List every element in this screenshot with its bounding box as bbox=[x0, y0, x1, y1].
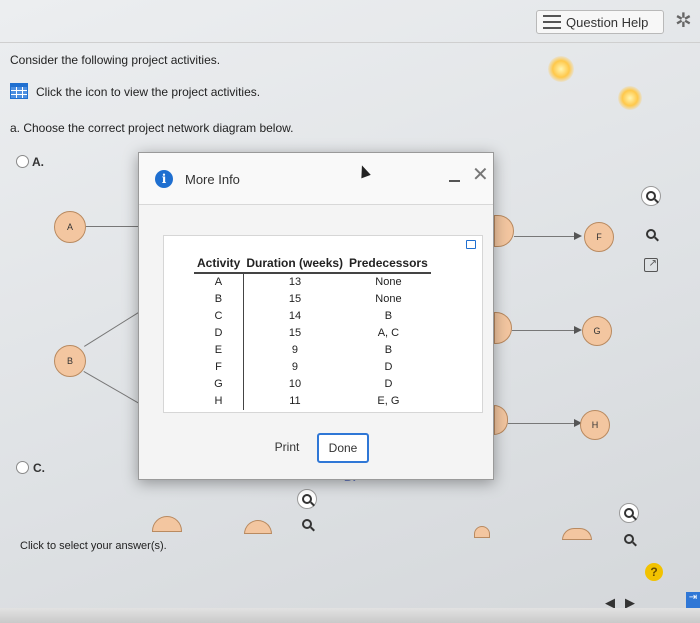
duration-cell: 11 bbox=[289, 395, 301, 407]
more-info-modal: i More Info ✕ Activity Duration (weeks) … bbox=[138, 152, 494, 480]
predecessor-cell: D bbox=[384, 361, 393, 373]
predecessor-cell: E, G bbox=[377, 395, 400, 407]
predecessor-cell: B bbox=[384, 310, 393, 322]
node-partial bbox=[152, 516, 182, 532]
column-header: Predecessors bbox=[346, 254, 431, 274]
zoom-out-icon[interactable] bbox=[619, 529, 639, 549]
activity-cell: F bbox=[194, 359, 244, 376]
predecessor-cell: A, C bbox=[377, 327, 400, 339]
node-partial bbox=[494, 312, 512, 344]
side-tab[interactable]: ⇥ bbox=[686, 592, 700, 608]
duration-cell: 10 bbox=[288, 378, 302, 390]
node-partial bbox=[494, 215, 514, 247]
activity-cell: H bbox=[194, 393, 244, 410]
node-a: A bbox=[54, 211, 86, 243]
node-partial bbox=[474, 526, 490, 538]
edge-line bbox=[86, 226, 138, 227]
arrow-head bbox=[574, 326, 582, 334]
zoom-in-icon[interactable] bbox=[619, 503, 639, 523]
glare-light bbox=[618, 86, 642, 110]
table-row: G 10 D bbox=[194, 376, 431, 393]
arrow-head bbox=[574, 232, 582, 240]
activities-table: Activity Duration (weeks) Predecessors A… bbox=[194, 254, 431, 410]
info-icon: i bbox=[155, 170, 173, 188]
duration-cell: 9 bbox=[291, 361, 299, 373]
activity-cell: C bbox=[194, 308, 244, 325]
predecessor-cell: B bbox=[384, 344, 393, 356]
table-row: E 9 B bbox=[194, 342, 431, 359]
zoom-in-icon[interactable] bbox=[297, 489, 317, 509]
node-partial bbox=[244, 520, 272, 534]
column-header: Duration (weeks) bbox=[243, 254, 347, 274]
close-icon[interactable]: ✕ bbox=[472, 165, 489, 185]
part-a-prompt: a. Choose the correct project network di… bbox=[10, 121, 294, 135]
activity-cell: D bbox=[194, 325, 244, 342]
activities-panel: Activity Duration (weeks) Predecessors A… bbox=[163, 235, 483, 413]
edge-line bbox=[508, 423, 574, 424]
table-row: D 15 A, C bbox=[194, 325, 431, 342]
predecessor-cell: D bbox=[384, 378, 393, 390]
glare-light bbox=[548, 56, 574, 82]
print-button[interactable]: Print bbox=[265, 435, 309, 459]
copy-icon[interactable] bbox=[466, 240, 476, 249]
predecessor-cell: None bbox=[375, 276, 402, 288]
table-row: B 15 None bbox=[194, 291, 431, 308]
done-button[interactable]: Done bbox=[317, 433, 369, 463]
node-g: G bbox=[582, 316, 612, 346]
node-partial bbox=[494, 405, 508, 435]
edge-line bbox=[512, 330, 574, 331]
edge-line bbox=[83, 371, 142, 405]
option-a-radio[interactable] bbox=[16, 155, 29, 168]
option-a-label: A. bbox=[32, 155, 44, 169]
modal-header: i More Info ✕ bbox=[139, 153, 493, 205]
gear-icon[interactable]: ✲ bbox=[675, 11, 692, 31]
option-c-label: C. bbox=[33, 461, 45, 475]
option-c-radio[interactable] bbox=[16, 461, 29, 474]
duration-cell: 15 bbox=[288, 293, 302, 305]
node-b: B bbox=[54, 345, 86, 377]
question-intro: Consider the following project activitie… bbox=[10, 53, 221, 67]
table-row: F 9 D bbox=[194, 359, 431, 376]
zoom-in-icon[interactable] bbox=[641, 186, 661, 206]
node-h: H bbox=[580, 410, 610, 440]
bottom-strip bbox=[0, 608, 700, 623]
table-grid-icon[interactable] bbox=[10, 83, 28, 99]
divider bbox=[0, 42, 700, 43]
node-f: F bbox=[584, 222, 614, 252]
table-row: C 14 B bbox=[194, 308, 431, 325]
activity-cell: E bbox=[194, 342, 244, 359]
external-link-icon[interactable]: ↗ bbox=[644, 258, 658, 272]
select-hint: Click to select your answer(s). bbox=[20, 540, 167, 552]
duration-cell: 9 bbox=[291, 344, 299, 356]
predecessor-cell: None bbox=[375, 293, 402, 305]
list-icon bbox=[543, 15, 561, 29]
duration-cell: 14 bbox=[288, 310, 302, 322]
zoom-out-icon[interactable] bbox=[297, 514, 317, 534]
duration-cell: 15 bbox=[288, 327, 302, 339]
activity-cell: B bbox=[194, 291, 244, 308]
duration-cell: 13 bbox=[288, 276, 302, 288]
edge-line bbox=[514, 236, 574, 237]
question-mark-icon[interactable]: ? bbox=[645, 563, 663, 581]
column-header: Activity bbox=[194, 254, 244, 274]
minimize-icon[interactable] bbox=[449, 180, 460, 182]
node-partial bbox=[562, 528, 592, 540]
question-help-label: Question Help bbox=[566, 14, 649, 30]
activity-cell: G bbox=[194, 376, 244, 393]
zoom-out-icon[interactable] bbox=[641, 224, 661, 244]
table-row: H 11 E, G bbox=[194, 393, 431, 410]
table-row: A 13 None bbox=[194, 273, 431, 291]
view-activities-link[interactable]: Click the icon to view the project activ… bbox=[36, 85, 260, 99]
question-help-button[interactable]: Question Help bbox=[536, 10, 664, 34]
activity-cell: A bbox=[194, 273, 244, 291]
modal-title: More Info bbox=[185, 172, 240, 187]
edge-line bbox=[84, 311, 141, 347]
